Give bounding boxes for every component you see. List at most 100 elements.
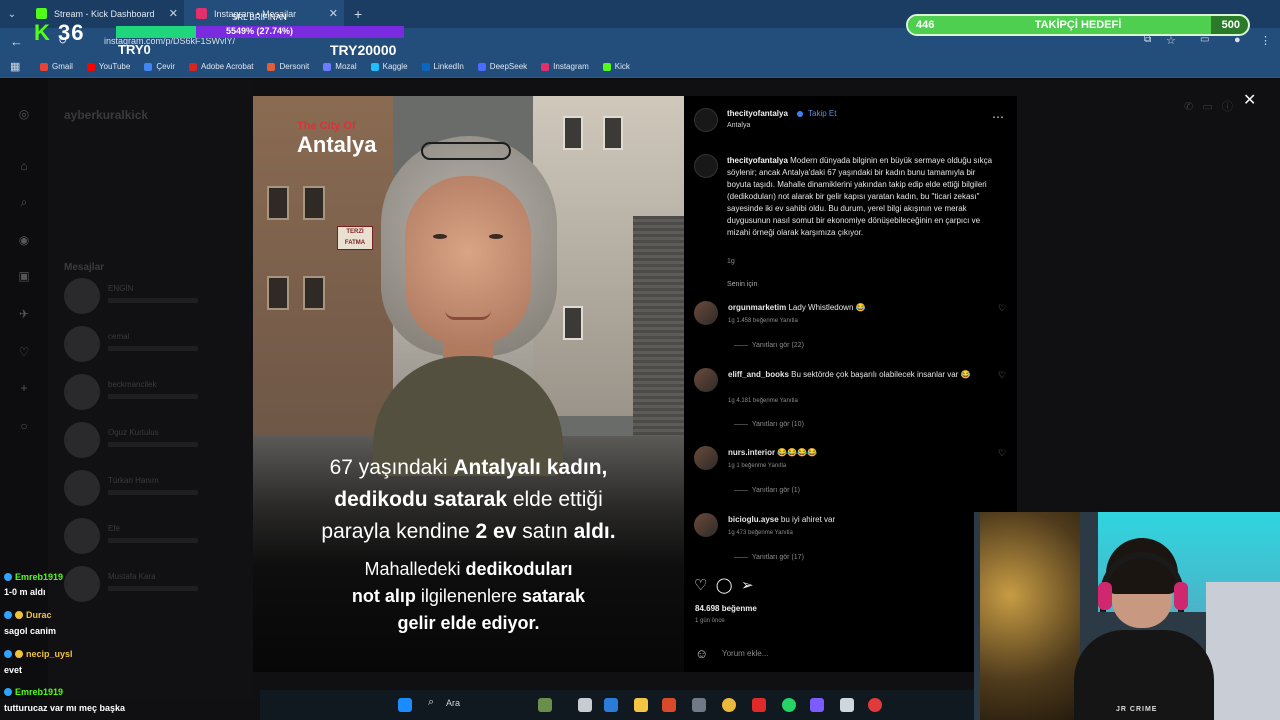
- menu-dots-icon[interactable]: ⋮: [1260, 34, 1271, 47]
- notifications-heart-icon[interactable]: ♡: [16, 345, 32, 361]
- bookmark-deepseek[interactable]: DeepSeek: [477, 62, 527, 71]
- badge-icon: [4, 611, 12, 619]
- view-replies[interactable]: —— Yanıtları gör (1): [734, 487, 800, 494]
- post-comments-panel: thecityofantalya Takip Et Antalya ⋯ thec…: [684, 96, 1017, 672]
- explore-icon[interactable]: ◉: [16, 233, 32, 249]
- instagram-logo-icon[interactable]: ◎: [16, 107, 32, 123]
- avatar[interactable]: [694, 446, 718, 470]
- comment-bubble-icon[interactable]: ◯: [716, 577, 733, 594]
- linkedin-icon: [421, 62, 430, 71]
- file-explorer-icon[interactable]: [634, 698, 648, 712]
- badge-icon: [15, 650, 23, 658]
- dm-conversation[interactable]: Türkan Hanım: [64, 470, 244, 510]
- follower-goal-target: 500: [1221, 19, 1240, 31]
- post-location[interactable]: Antalya: [727, 122, 750, 129]
- christmas-tree: [980, 512, 1080, 720]
- emoji-icon[interactable]: ☺: [695, 646, 708, 661]
- more-options-icon[interactable]: ⋯: [992, 110, 1004, 124]
- close-icon[interactable]: ✕: [329, 7, 338, 20]
- dm-conversation[interactable]: Oguz Kurtulus: [64, 422, 244, 462]
- create-plus-icon[interactable]: +: [16, 381, 32, 397]
- bookmarks-bar: ▦ Gmail YouTube Çevir Adobe Acrobat Ders…: [0, 56, 1280, 78]
- bookmark-adobe[interactable]: Adobe Acrobat: [189, 62, 253, 71]
- dm-username[interactable]: ayberkuralkick: [64, 108, 148, 122]
- back-arrow-icon[interactable]: ←: [10, 34, 23, 49]
- eye: [433, 234, 447, 239]
- view-replies[interactable]: —— Yanıtları gör (17): [734, 554, 804, 561]
- close-icon[interactable]: ✕: [169, 7, 178, 20]
- app-icon[interactable]: [810, 698, 824, 712]
- view-replies[interactable]: —— Yanıtları gör (22): [734, 342, 804, 349]
- share-send-icon[interactable]: ➢: [741, 577, 754, 594]
- like-heart-icon[interactable]: ♡: [998, 303, 1006, 314]
- avatar[interactable]: [694, 301, 718, 325]
- donation-progress-title: SRL BRİFINAN: [232, 13, 287, 22]
- account-avatar[interactable]: [694, 108, 718, 132]
- deepseek-icon: [477, 62, 486, 71]
- bookmark-cevir[interactable]: Çevir: [144, 62, 175, 71]
- like-heart-icon[interactable]: ♡: [998, 448, 1006, 459]
- post-image[interactable]: TERZİ FATMA The City Of Antalya 67 yaşın…: [253, 96, 684, 672]
- dm-conversation[interactable]: ENGİN: [64, 278, 244, 318]
- view-replies[interactable]: —— Yanıtları gör (10): [734, 421, 804, 428]
- bookmark-kaggle[interactable]: Kaggle: [370, 62, 408, 71]
- badge-icon: [4, 573, 12, 581]
- instagram-nav-rail: ◎ ⌂ ⌕ ◉ ▣ ✈ ♡ + ○: [0, 79, 48, 699]
- donation-progress-text: 5549% (27.74%): [226, 26, 294, 36]
- youtube-icon[interactable]: [752, 698, 766, 712]
- bookmark-kick[interactable]: Kick: [602, 62, 630, 71]
- avatar: [64, 326, 100, 362]
- task-view-icon[interactable]: [578, 698, 592, 712]
- call-icons[interactable]: ✆ ▭ ⓘ: [1184, 98, 1233, 114]
- home-icon[interactable]: ⌂: [16, 159, 32, 175]
- whatsapp-icon[interactable]: [782, 698, 796, 712]
- store-icon[interactable]: [692, 698, 706, 712]
- follow-button[interactable]: Takip Et: [808, 109, 836, 118]
- tab-search-icon[interactable]: ⌄: [0, 9, 24, 20]
- avatar: [64, 518, 100, 554]
- badge-icon: [15, 611, 23, 619]
- search-icon[interactable]: ⌕: [16, 195, 32, 211]
- obs-icon[interactable]: [868, 698, 882, 712]
- chrome-icon[interactable]: [722, 698, 736, 712]
- new-tab-button[interactable]: +: [354, 6, 362, 22]
- taskbar-search[interactable]: Ara: [446, 698, 460, 708]
- mozal-icon: [323, 62, 332, 71]
- edge-icon[interactable]: [604, 698, 618, 712]
- dm-conversation[interactable]: beckmancilek: [64, 374, 244, 414]
- reels-icon[interactable]: ▣: [16, 269, 32, 285]
- avatar[interactable]: [694, 368, 718, 392]
- like-heart-icon[interactable]: ♡: [694, 577, 707, 594]
- avatar[interactable]: [694, 513, 718, 537]
- follower-goal-label: TAKİPÇİ HEDEFİ: [1034, 19, 1122, 31]
- search-icon[interactable]: ⌕: [428, 696, 434, 709]
- app-icon[interactable]: [662, 698, 676, 712]
- widget-icon[interactable]: [538, 698, 552, 712]
- bookmark-youtube[interactable]: YouTube: [86, 62, 130, 71]
- account-username[interactable]: thecityofantalya: [727, 109, 788, 118]
- gmail-icon: [40, 62, 48, 71]
- bookmark-dersonit[interactable]: Dersonit: [267, 62, 309, 71]
- caption-time: 1g: [727, 258, 735, 265]
- apps-grid-icon[interactable]: ▦: [10, 60, 20, 73]
- likes-count[interactable]: 84.698 beğenme: [695, 604, 757, 613]
- dm-conversation[interactable]: Efe: [64, 518, 244, 558]
- bookmark-instagram[interactable]: Instagram: [541, 62, 589, 71]
- bookmark-gmail[interactable]: Gmail: [40, 62, 73, 71]
- caption-avatar[interactable]: [694, 154, 718, 178]
- app-icon[interactable]: [840, 698, 854, 712]
- like-heart-icon[interactable]: ♡: [998, 370, 1006, 381]
- for-you-label[interactable]: Senin için: [727, 281, 757, 288]
- donation-progress-fill: [116, 26, 196, 38]
- dm-conversation[interactable]: Mustafa Kara: [64, 566, 244, 606]
- windows-start-icon[interactable]: [398, 698, 412, 712]
- add-comment-input[interactable]: Yorum ekle...: [722, 649, 768, 658]
- close-icon[interactable]: ✕: [1243, 90, 1256, 110]
- headset-ear: [1174, 582, 1188, 610]
- profile-icon[interactable]: ○: [16, 419, 32, 435]
- sunglasses: [421, 142, 511, 160]
- messages-icon[interactable]: ✈: [16, 307, 32, 323]
- bookmark-linkedin[interactable]: LinkedIn: [421, 62, 464, 71]
- bookmark-mozal[interactable]: Mozal: [323, 62, 357, 71]
- dm-conversation[interactable]: cemal: [64, 326, 244, 366]
